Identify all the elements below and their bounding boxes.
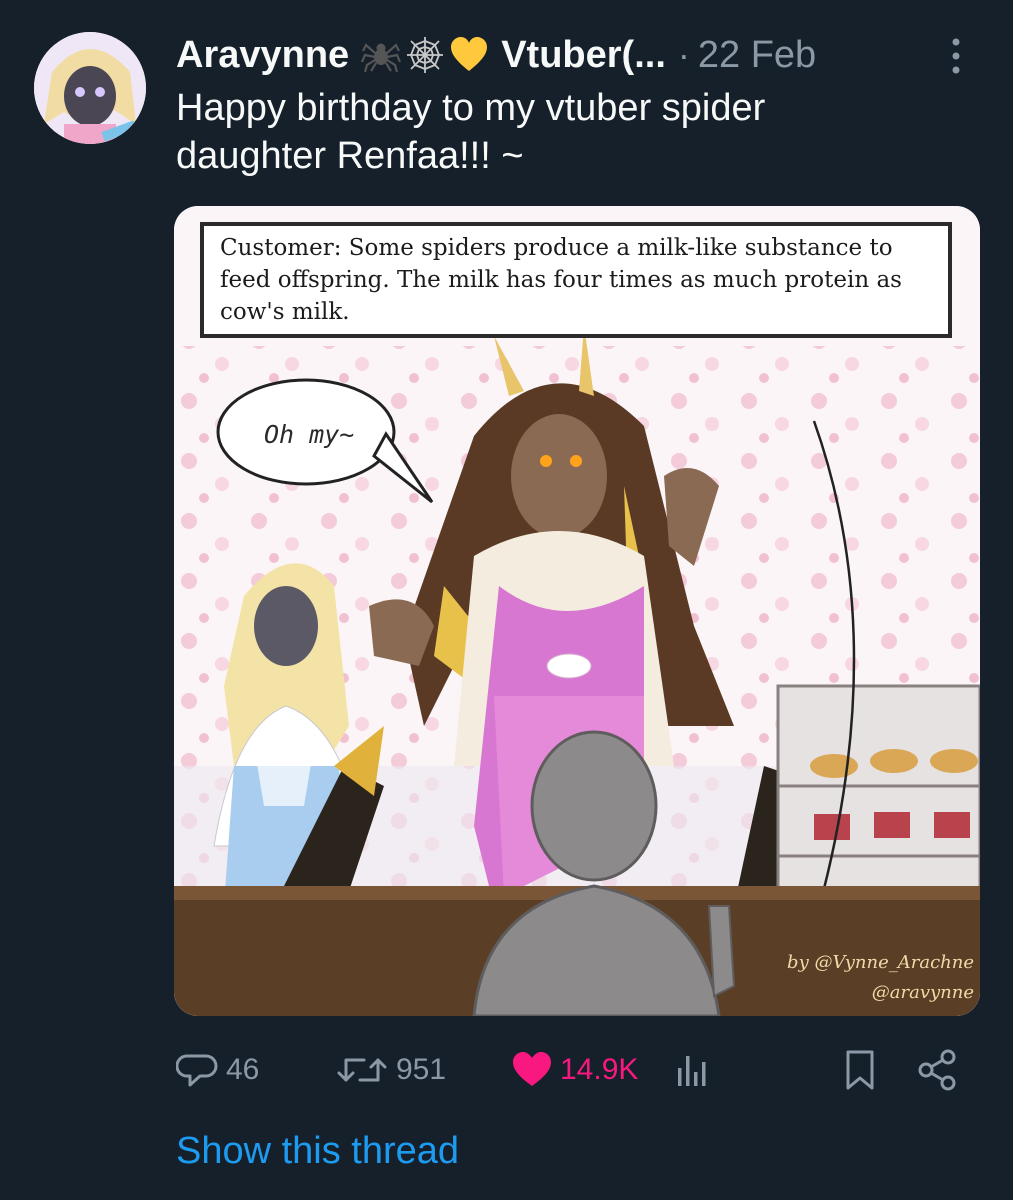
spider-icon	[361, 43, 402, 73]
artist-credit-line-2: @aravynne	[871, 982, 974, 1003]
separator-dot: ·	[677, 34, 690, 75]
view-analytics-button[interactable]	[672, 1044, 712, 1096]
speech-bubble-text: Oh my~	[264, 420, 355, 449]
author-name-suffix[interactable]: Vtuber(...	[501, 34, 666, 77]
reply-button[interactable]: 46	[176, 1044, 259, 1096]
tweet-header: Aravynne Vtuber(... · 22 Feb	[176, 28, 976, 82]
reply-count: 46	[226, 1053, 260, 1086]
author-display-name[interactable]: Aravynne	[176, 34, 349, 77]
bookmark-icon	[846, 1050, 874, 1090]
retweet-icon	[337, 1058, 387, 1082]
tweet-text: Happy birthday to my vtuber spider daugh…	[176, 87, 766, 177]
author-emoji-row	[361, 35, 489, 75]
comic-caption-box: Customer: Some spiders produce a milk-li…	[200, 222, 952, 338]
tweet-action-bar: 46 951 14.9K	[172, 1044, 972, 1096]
avatar-image	[34, 32, 146, 144]
retweet-button[interactable]: 951	[334, 1044, 446, 1096]
artist-credit-line-1: by @Vynne_Arachne	[787, 952, 974, 973]
share-button[interactable]	[916, 1044, 960, 1096]
heart-icon	[513, 1052, 551, 1086]
like-count: 14.9K	[560, 1053, 639, 1086]
share-icon	[918, 1049, 956, 1091]
reply-icon	[176, 1054, 218, 1087]
artist-credit: by @Vynne_Arachne @aravynne	[760, 948, 974, 1008]
like-button[interactable]: 14.9K	[510, 1044, 638, 1096]
spider-web-icon	[407, 37, 444, 73]
bookmark-button[interactable]	[840, 1044, 880, 1096]
tweet-date[interactable]: 22 Feb	[698, 34, 816, 77]
show-thread-link[interactable]: Show this thread	[176, 1130, 459, 1173]
author-avatar[interactable]	[34, 32, 146, 144]
retweet-count: 951	[396, 1053, 447, 1086]
analytics-icon	[678, 1056, 706, 1086]
yellow-heart-icon	[451, 37, 488, 71]
more-options-icon[interactable]	[944, 36, 968, 76]
